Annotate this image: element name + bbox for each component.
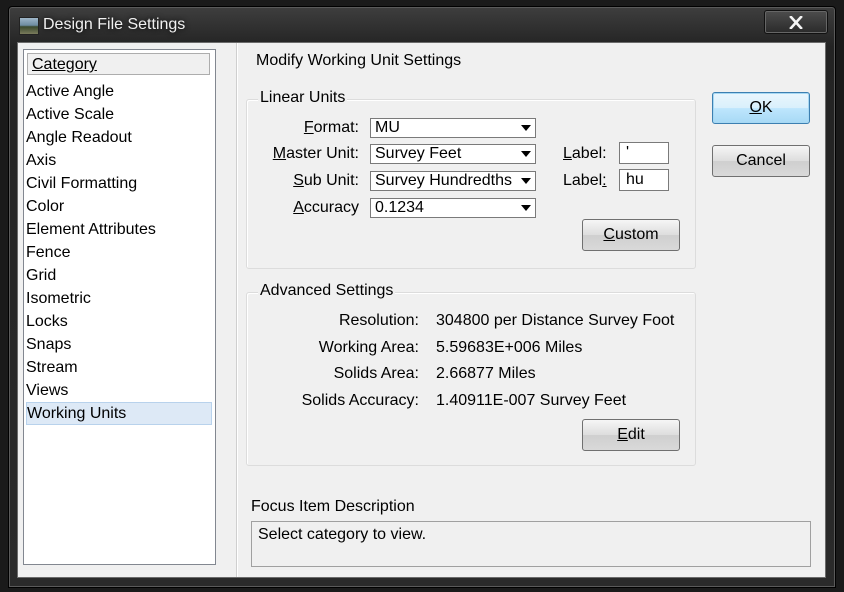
master-label-input[interactable]: ' — [619, 142, 669, 164]
focus-description-text: Select category to view. — [258, 526, 427, 543]
category-item-color[interactable]: Color — [26, 195, 212, 218]
solids-area-value: 2.66877 Miles — [436, 365, 536, 382]
accuracy-dropdown[interactable]: 0.1234 — [370, 198, 536, 218]
advanced-settings-label: Advanced Settings — [258, 282, 396, 300]
custom-button[interactable]: Custom — [582, 219, 680, 251]
category-item-snaps[interactable]: Snaps — [26, 333, 212, 356]
chevron-down-icon — [521, 151, 531, 157]
resolution-label: Resolution: — [338, 312, 419, 329]
solids-accuracy-value: 1.40911E-007 Survey Feet — [436, 392, 627, 409]
category-item-element-attributes[interactable]: Element Attributes — [26, 218, 212, 241]
category-item-fence[interactable]: Fence — [26, 241, 212, 264]
cancel-button[interactable]: Cancel — [712, 145, 810, 177]
chevron-down-icon — [521, 178, 531, 184]
sub-unit-label: Sub Unit: — [293, 172, 359, 189]
accuracy-label: Accuracy — [293, 199, 359, 216]
master-label-label: Label: — [563, 145, 607, 162]
window-title: Design File Settings — [43, 16, 186, 33]
category-list[interactable]: Category Active Angle Active Scale Angle… — [23, 49, 216, 565]
category-header[interactable]: Category — [27, 53, 210, 75]
sub-label-input[interactable]: hu — [619, 169, 669, 191]
sub-unit-dropdown[interactable]: Survey Hundredths — [370, 171, 536, 191]
chevron-down-icon — [521, 125, 531, 131]
category-item-isometric[interactable]: Isometric — [26, 287, 212, 310]
category-item-grid[interactable]: Grid — [26, 264, 212, 287]
category-item-locks[interactable]: Locks — [26, 310, 212, 333]
working-area-label: Working Area: — [318, 339, 419, 356]
working-area-value: 5.59683E+006 Miles — [436, 339, 583, 356]
resolution-value: 304800 per Distance Survey Foot — [436, 312, 675, 329]
category-header-label: Category — [32, 56, 97, 73]
format-label: Format: — [303, 119, 359, 136]
category-item-views[interactable]: Views — [26, 379, 212, 402]
category-item-civil-formatting[interactable]: Civil Formatting — [26, 172, 212, 195]
linear-units-label: Linear Units — [258, 89, 348, 107]
accuracy-value: 0.1234 — [375, 199, 424, 216]
ok-button[interactable]: OK — [712, 92, 810, 124]
category-items: Active Angle Active Scale Angle Readout … — [26, 80, 212, 425]
master-unit-dropdown[interactable]: Survey Feet — [370, 144, 536, 164]
app-icon — [19, 17, 39, 35]
category-item-stream[interactable]: Stream — [26, 356, 212, 379]
close-icon — [789, 15, 803, 29]
master-unit-label: Master Unit: — [272, 145, 359, 162]
category-item-active-angle[interactable]: Active Angle — [26, 80, 212, 103]
master-unit-value: Survey Feet — [375, 145, 462, 162]
focus-description-box: Select category to view. — [251, 521, 811, 567]
focus-description-label: Focus Item Description — [251, 498, 415, 515]
sub-unit-value: Survey Hundredths — [375, 172, 512, 189]
category-item-angle-readout[interactable]: Angle Readout — [26, 126, 212, 149]
section-title: Modify Working Unit Settings — [256, 52, 462, 69]
design-file-settings-window: Design File Settings Category Active Ang… — [8, 6, 836, 588]
solids-accuracy-label: Solids Accuracy: — [301, 392, 419, 409]
edit-button[interactable]: Edit — [582, 419, 680, 451]
sub-label-label: Label: — [563, 172, 607, 189]
dialog-client-area: Category Active Angle Active Scale Angle… — [17, 42, 826, 578]
chevron-down-icon — [521, 205, 531, 211]
category-item-working-units[interactable]: Working Units — [26, 402, 212, 425]
format-dropdown[interactable]: MU — [370, 118, 536, 138]
format-value: MU — [375, 119, 400, 136]
category-item-axis[interactable]: Axis — [26, 149, 212, 172]
category-item-active-scale[interactable]: Active Scale — [26, 103, 212, 126]
panel-divider — [236, 43, 237, 577]
solids-area-label: Solids Area: — [333, 365, 419, 382]
close-button[interactable] — [764, 10, 828, 34]
